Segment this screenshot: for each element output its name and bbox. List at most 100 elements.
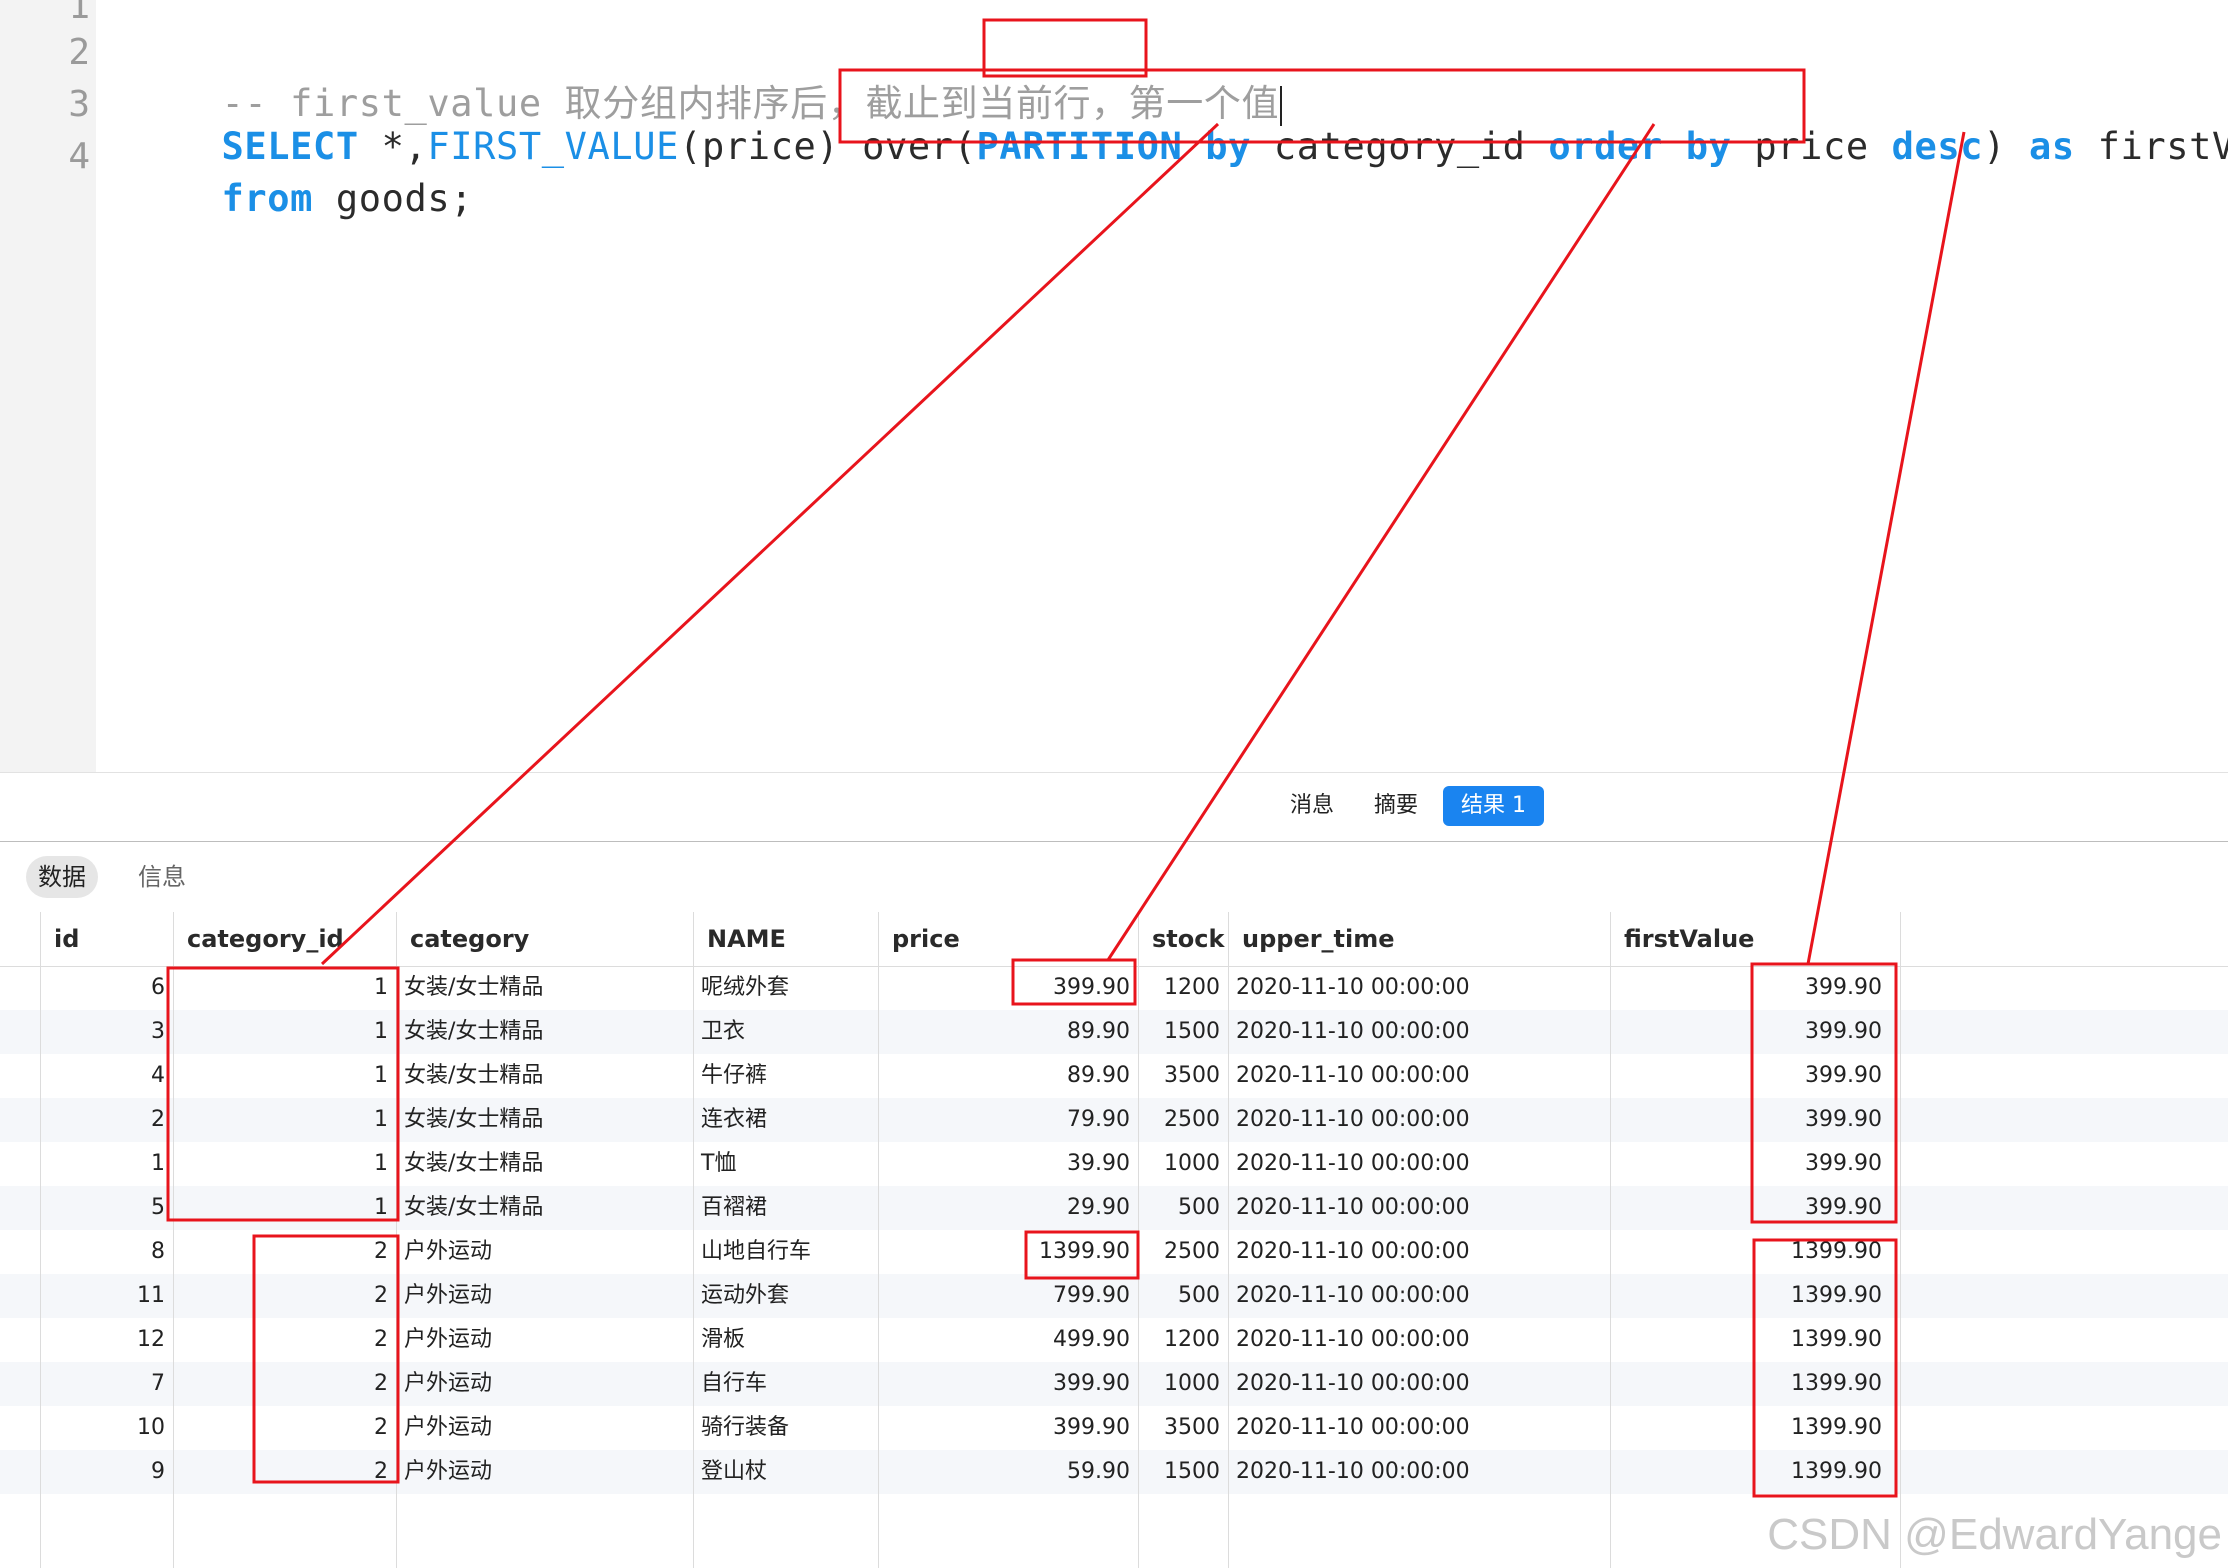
cell-stock[interactable]: 1000	[1138, 1142, 1228, 1186]
cell-upper-time[interactable]: 2020-11-10 00:00:00	[1228, 1054, 1610, 1098]
cell-name[interactable]: 牛仔裤	[693, 1054, 878, 1098]
cell-category[interactable]: 户外运动	[396, 1318, 693, 1362]
cell-first-value[interactable]: 399.90	[1610, 1054, 1890, 1098]
cell-upper-time[interactable]: 2020-11-10 00:00:00	[1228, 1406, 1610, 1450]
cell-id[interactable]: 7	[40, 1362, 173, 1406]
cell-first-value[interactable]: 1399.90	[1610, 1274, 1890, 1318]
table-row[interactable]: 11 2 户外运动 运动外套 799.90 500 2020-11-10 00:00:00 1…	[0, 1274, 2228, 1318]
result-grid[interactable]: id category_id category NAME price stock…	[0, 912, 2228, 1568]
cell-name[interactable]: 骑行装备	[693, 1406, 878, 1450]
cell-category-id[interactable]: 1	[173, 1098, 396, 1142]
cell-category[interactable]: 女装/女士精品	[396, 1098, 693, 1142]
cell-id[interactable]: 12	[40, 1318, 173, 1362]
cell-name[interactable]: 连衣裙	[693, 1098, 878, 1142]
cell-category-id[interactable]: 2	[173, 1274, 396, 1318]
cell-upper-time[interactable]: 2020-11-10 00:00:00	[1228, 1450, 1610, 1494]
cell-category[interactable]: 女装/女士精品	[396, 1142, 693, 1186]
cell-price[interactable]: 399.90	[878, 1362, 1138, 1406]
cell-category[interactable]: 户外运动	[396, 1362, 693, 1406]
tab-info[interactable]: 信息	[126, 856, 198, 898]
cell-id[interactable]: 5	[40, 1186, 173, 1230]
cell-name[interactable]: 山地自行车	[693, 1230, 878, 1274]
tab-result-1[interactable]: 结果 1	[1443, 786, 1544, 826]
cell-category-id[interactable]: 2	[173, 1406, 396, 1450]
cell-price[interactable]: 79.90	[878, 1098, 1138, 1142]
cell-name[interactable]: 登山杖	[693, 1450, 878, 1494]
cell-upper-time[interactable]: 2020-11-10 00:00:00	[1228, 1362, 1610, 1406]
table-row[interactable]: 12 2 户外运动 滑板 499.90 1200 2020-11-10 00:00:00 13…	[0, 1318, 2228, 1362]
cell-category[interactable]: 户外运动	[396, 1230, 693, 1274]
cell-id[interactable]: 1	[40, 1142, 173, 1186]
cell-name[interactable]: 自行车	[693, 1362, 878, 1406]
tab-data[interactable]: 数据	[26, 856, 98, 898]
cell-stock[interactable]: 3500	[1138, 1054, 1228, 1098]
column-header-category-id[interactable]: category_id	[173, 912, 396, 966]
cell-name[interactable]: 滑板	[693, 1318, 878, 1362]
cell-stock[interactable]: 500	[1138, 1186, 1228, 1230]
cell-category-id[interactable]: 2	[173, 1318, 396, 1362]
cell-category-id[interactable]: 2	[173, 1450, 396, 1494]
table-row[interactable]: 6 1 女装/女士精品 呢绒外套 399.90 1200 2020-11-10 00:00:…	[0, 966, 2228, 1010]
cell-id[interactable]: 9	[40, 1450, 173, 1494]
cell-price[interactable]: 89.90	[878, 1054, 1138, 1098]
cell-upper-time[interactable]: 2020-11-10 00:00:00	[1228, 1010, 1610, 1054]
cell-id[interactable]: 10	[40, 1406, 173, 1450]
cell-stock[interactable]: 1200	[1138, 966, 1228, 1010]
cell-name[interactable]: 运动外套	[693, 1274, 878, 1318]
cell-name[interactable]: 呢绒外套	[693, 966, 878, 1010]
cell-category-id[interactable]: 1	[173, 1054, 396, 1098]
cell-price[interactable]: 39.90	[878, 1142, 1138, 1186]
cell-upper-time[interactable]: 2020-11-10 00:00:00	[1228, 1318, 1610, 1362]
column-header-name[interactable]: NAME	[693, 912, 879, 966]
table-row[interactable]: 2 1 女装/女士精品 连衣裙 79.90 2500 2020-11-10 00:00:00…	[0, 1098, 2228, 1142]
cell-upper-time[interactable]: 2020-11-10 00:00:00	[1228, 1186, 1610, 1230]
cell-category-id[interactable]: 2	[173, 1230, 396, 1274]
cell-category-id[interactable]: 2	[173, 1362, 396, 1406]
cell-price[interactable]: 59.90	[878, 1450, 1138, 1494]
cell-category[interactable]: 户外运动	[396, 1450, 693, 1494]
cell-price[interactable]: 89.90	[878, 1010, 1138, 1054]
cell-upper-time[interactable]: 2020-11-10 00:00:00	[1228, 1274, 1610, 1318]
cell-stock[interactable]: 500	[1138, 1274, 1228, 1318]
cell-upper-time[interactable]: 2020-11-10 00:00:00	[1228, 1230, 1610, 1274]
cell-stock[interactable]: 2500	[1138, 1230, 1228, 1274]
cell-price[interactable]: 399.90	[878, 966, 1138, 1010]
cell-stock[interactable]: 1000	[1138, 1362, 1228, 1406]
cell-first-value[interactable]: 1399.90	[1610, 1406, 1890, 1450]
table-row[interactable]: 10 2 户外运动 骑行装备 399.90 3500 2020-11-10 00:00:00…	[0, 1406, 2228, 1450]
cell-stock[interactable]: 1500	[1138, 1010, 1228, 1054]
sql-editor[interactable]: 1 2 3 4 -- first_value 取分组内排序后，截止到当前行，第一…	[0, 0, 2228, 772]
cell-first-value[interactable]: 1399.90	[1610, 1318, 1890, 1362]
cell-first-value[interactable]: 1399.90	[1610, 1230, 1890, 1274]
cell-id[interactable]: 2	[40, 1098, 173, 1142]
cell-category[interactable]: 女装/女士精品	[396, 1010, 693, 1054]
cell-id[interactable]: 11	[40, 1274, 173, 1318]
cell-stock[interactable]: 1500	[1138, 1450, 1228, 1494]
cell-upper-time[interactable]: 2020-11-10 00:00:00	[1228, 1142, 1610, 1186]
cell-name[interactable]: 百褶裙	[693, 1186, 878, 1230]
column-header-category[interactable]: category	[396, 912, 693, 966]
cell-upper-time[interactable]: 2020-11-10 00:00:00	[1228, 966, 1610, 1010]
cell-id[interactable]: 3	[40, 1010, 173, 1054]
cell-id[interactable]: 6	[40, 966, 173, 1010]
cell-category-id[interactable]: 1	[173, 1186, 396, 1230]
column-header-first-value[interactable]: firstValue	[1610, 912, 1900, 966]
column-header-id[interactable]: id	[40, 912, 172, 966]
cell-stock[interactable]: 2500	[1138, 1098, 1228, 1142]
cell-first-value[interactable]: 399.90	[1610, 1010, 1890, 1054]
cell-price[interactable]: 29.90	[878, 1186, 1138, 1230]
cell-category-id[interactable]: 1	[173, 966, 396, 1010]
table-row[interactable]: 4 1 女装/女士精品 牛仔裤 89.90 3500 2020-11-10 00:00:00…	[0, 1054, 2228, 1098]
cell-category[interactable]: 户外运动	[396, 1406, 693, 1450]
column-header-stock[interactable]: stock	[1138, 912, 1228, 966]
cell-category-id[interactable]: 1	[173, 1142, 396, 1186]
cell-price[interactable]: 399.90	[878, 1406, 1138, 1450]
table-row[interactable]: 3 1 女装/女士精品 卫衣 89.90 1500 2020-11-10 00:00:00 3…	[0, 1010, 2228, 1054]
cell-first-value[interactable]: 399.90	[1610, 966, 1890, 1010]
cell-category[interactable]: 户外运动	[396, 1274, 693, 1318]
column-header-upper-time[interactable]: upper_time	[1228, 912, 1611, 966]
cell-id[interactable]: 4	[40, 1054, 173, 1098]
cell-id[interactable]: 8	[40, 1230, 173, 1274]
cell-name[interactable]: 卫衣	[693, 1010, 878, 1054]
cell-price[interactable]: 499.90	[878, 1318, 1138, 1362]
